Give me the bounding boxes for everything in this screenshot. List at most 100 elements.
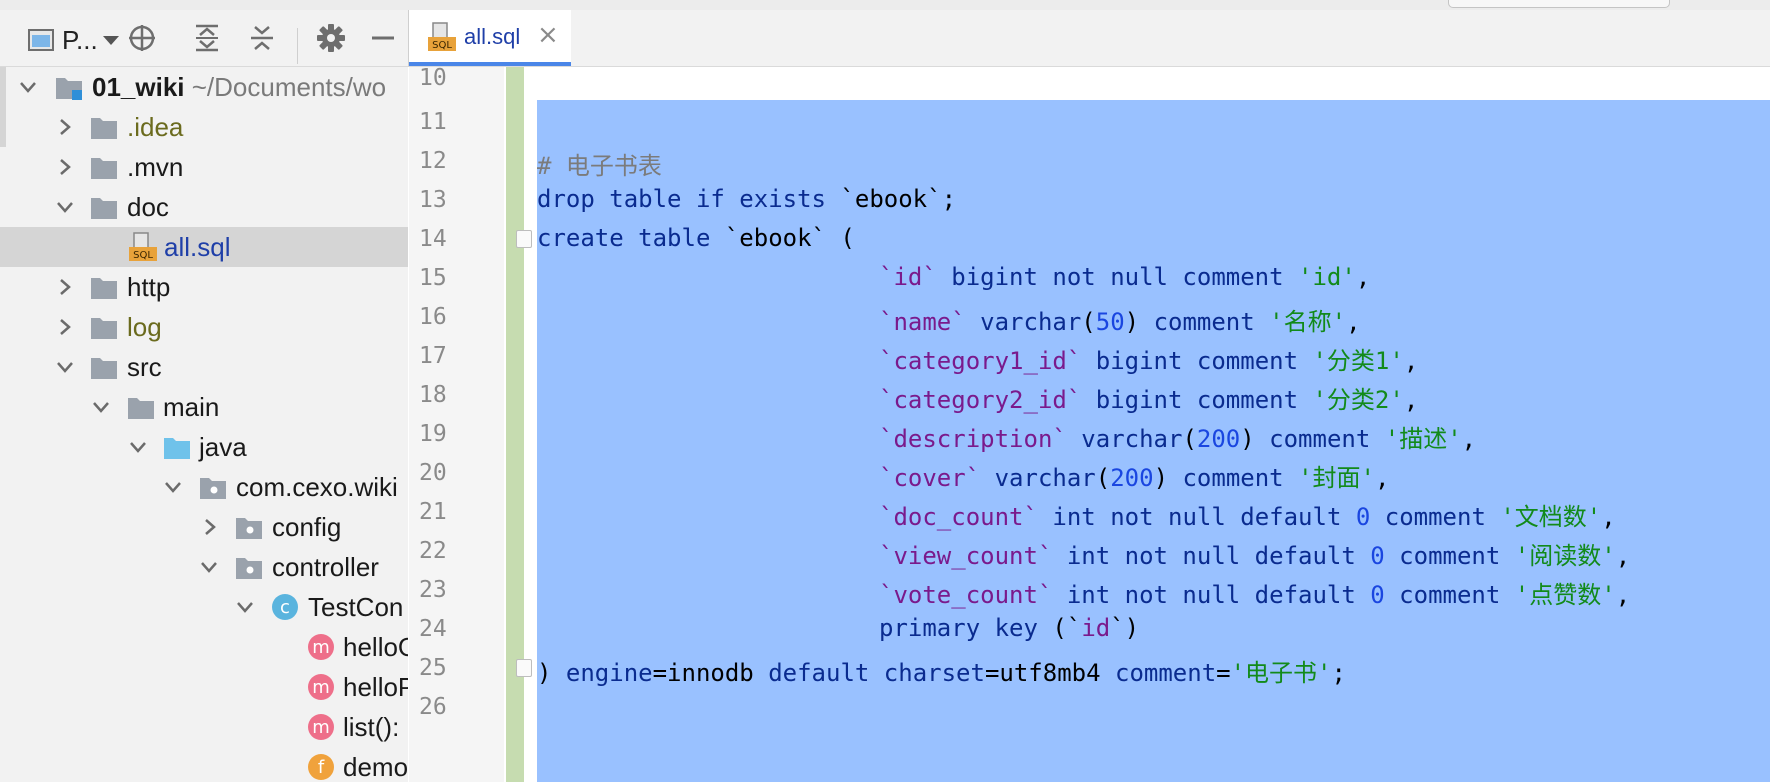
line-number: 14 — [419, 226, 447, 252]
code-line[interactable]: 11 — [409, 99, 1770, 143]
code-line[interactable]: 14 create table `ebook` ( — [409, 216, 1770, 260]
code-line[interactable]: 24 primary key (`id`) — [409, 606, 1770, 650]
line-number: 19 — [419, 421, 447, 447]
folder-icon — [91, 118, 117, 139]
tree-item-method[interactable]: m helloG — [0, 627, 408, 667]
tree-item-method[interactable]: m list(): — [0, 707, 408, 747]
tree-item-package[interactable]: com.cexo.wiki — [0, 467, 408, 507]
tree-item-java[interactable]: java — [0, 427, 408, 467]
tree-item-label: TestCon — [308, 591, 404, 622]
line-number: 15 — [419, 265, 447, 291]
fold-marker-icon[interactable] — [516, 230, 532, 248]
tree-item-main[interactable]: main — [0, 387, 408, 427]
project-tree[interactable]: 01_wiki ~/Documents/wo .idea .mvn doc SQ… — [0, 67, 408, 782]
close-icon[interactable]: × — [537, 20, 559, 50]
code-line[interactable]: 16 `name` varchar(50) comment '名称', — [409, 294, 1770, 338]
code-text: `id` bigint not null comment 'id', — [879, 263, 1371, 291]
code-line[interactable]: 17 `category1_id` bigint comment '分类1', — [409, 333, 1770, 377]
code-line[interactable]: 12 # 电子书表 — [409, 138, 1770, 182]
fold-marker-icon[interactable] — [516, 659, 532, 677]
code-line[interactable]: 26 — [409, 684, 1770, 728]
tree-item-label: java — [199, 431, 247, 462]
tree-item-label: .idea — [127, 111, 184, 142]
svg-text:SQL: SQL — [133, 250, 153, 261]
tree-item-root[interactable]: 01_wiki ~/Documents/wo — [0, 67, 408, 107]
tree-item-http[interactable]: http — [0, 267, 408, 307]
chevron-right-icon[interactable] — [200, 517, 220, 537]
code-text: `view_count` int not null default 0 comm… — [879, 542, 1631, 570]
code-line[interactable]: 18 `category2_id` bigint comment '分类2', — [409, 372, 1770, 416]
project-view-label: P... — [62, 24, 98, 55]
minus-icon — [372, 36, 394, 40]
collapse-all-button[interactable] — [245, 20, 279, 56]
code-line[interactable]: 10 — [409, 67, 1770, 99]
code-text: ) engine=innodb default charset=utf8mb4 … — [537, 659, 1346, 687]
line-number: 22 — [419, 538, 447, 564]
tree-item-mvn[interactable]: .mvn — [0, 147, 408, 187]
tree-item-src[interactable]: src — [0, 347, 408, 387]
folder-icon — [91, 318, 117, 339]
expand-all-button[interactable] — [190, 20, 224, 56]
source-folder-icon — [164, 438, 190, 459]
code-line[interactable]: 19 `description` varchar(200) comment '描… — [409, 411, 1770, 455]
toolbar-divider — [297, 28, 298, 64]
code-text: `doc_count` int not null default 0 comme… — [879, 503, 1616, 531]
tree-item-controller[interactable]: controller — [0, 547, 408, 587]
tree-item-doc[interactable]: doc — [0, 187, 408, 227]
tree-item-method[interactable]: m helloP — [0, 667, 408, 707]
code-line[interactable]: 22 `view_count` int not null default 0 c… — [409, 528, 1770, 572]
project-window-icon — [28, 29, 54, 51]
tree-item-label: config — [272, 511, 342, 542]
chevron-right-icon[interactable] — [55, 117, 75, 137]
code-line[interactable]: 23 `vote_count` int not null default 0 c… — [409, 567, 1770, 611]
tree-item-log[interactable]: log — [0, 307, 408, 347]
chevron-down-icon[interactable] — [18, 77, 38, 97]
package-icon — [200, 478, 226, 499]
line-number: 23 — [419, 577, 447, 603]
chevron-down-icon[interactable] — [235, 597, 255, 617]
chevron-down-icon[interactable] — [91, 397, 111, 417]
chevron-down-icon[interactable] — [128, 437, 148, 457]
line-number: 24 — [419, 616, 447, 642]
chevron-down-icon[interactable] — [199, 557, 219, 577]
chevron-right-icon[interactable] — [55, 317, 75, 337]
settings-button[interactable] — [314, 20, 348, 56]
gear-icon — [317, 24, 345, 52]
chevron-right-icon[interactable] — [55, 157, 75, 177]
code-text: `description` varchar(200) comment '描述', — [879, 425, 1477, 453]
tree-item-field[interactable]: f demo — [0, 747, 408, 782]
module-folder-icon — [56, 78, 82, 100]
tree-item-all-sql[interactable]: SQL all.sql — [0, 227, 408, 267]
chevron-down-icon[interactable] — [163, 477, 183, 497]
tree-item-label: com.cexo.wiki — [236, 471, 398, 502]
search-field-edge[interactable] — [1448, 0, 1670, 8]
code-line[interactable]: 21 `doc_count` int not null default 0 co… — [409, 489, 1770, 533]
code-line[interactable]: 13 drop table if exists `ebook`; — [409, 177, 1770, 221]
method-icon: m — [308, 634, 334, 660]
chevron-right-icon[interactable] — [55, 277, 75, 297]
tree-item-config[interactable]: config — [0, 507, 408, 547]
code-text: create table `ebook` ( — [537, 224, 855, 252]
line-number: 16 — [419, 304, 447, 330]
minimize-button[interactable] — [366, 20, 400, 56]
tab-all-sql[interactable]: SQL all.sql × — [409, 10, 571, 66]
code-line[interactable]: 15 `id` bigint not null comment 'id', — [409, 255, 1770, 299]
chevron-down-icon[interactable] — [55, 197, 75, 217]
method-icon: m — [308, 714, 334, 740]
code-editor[interactable]: 10 11 12 # 电子书表 13 drop table if exists … — [409, 67, 1770, 782]
line-number: 26 — [419, 694, 447, 720]
code-line[interactable]: 20 `cover` varchar(200) comment '封面', — [409, 450, 1770, 494]
tree-item-idea[interactable]: .idea — [0, 107, 408, 147]
chevron-down-icon[interactable] — [55, 357, 75, 377]
locate-button[interactable] — [125, 20, 159, 56]
project-view-selector[interactable]: P... — [28, 22, 128, 58]
code-line[interactable]: 25 ) engine=innodb default charset=utf8m… — [409, 645, 1770, 689]
tree-item-label: log — [127, 311, 162, 342]
tree-item-label: main — [163, 391, 220, 422]
tree-item-testcontroller[interactable]: c TestCon — [0, 587, 408, 627]
triangle-down-icon — [102, 36, 119, 45]
tree-item-label: doc — [127, 191, 169, 222]
line-number: 17 — [419, 343, 447, 369]
editor-tab-bar: SQL all.sql × — [408, 10, 1770, 67]
folder-icon — [128, 398, 154, 419]
